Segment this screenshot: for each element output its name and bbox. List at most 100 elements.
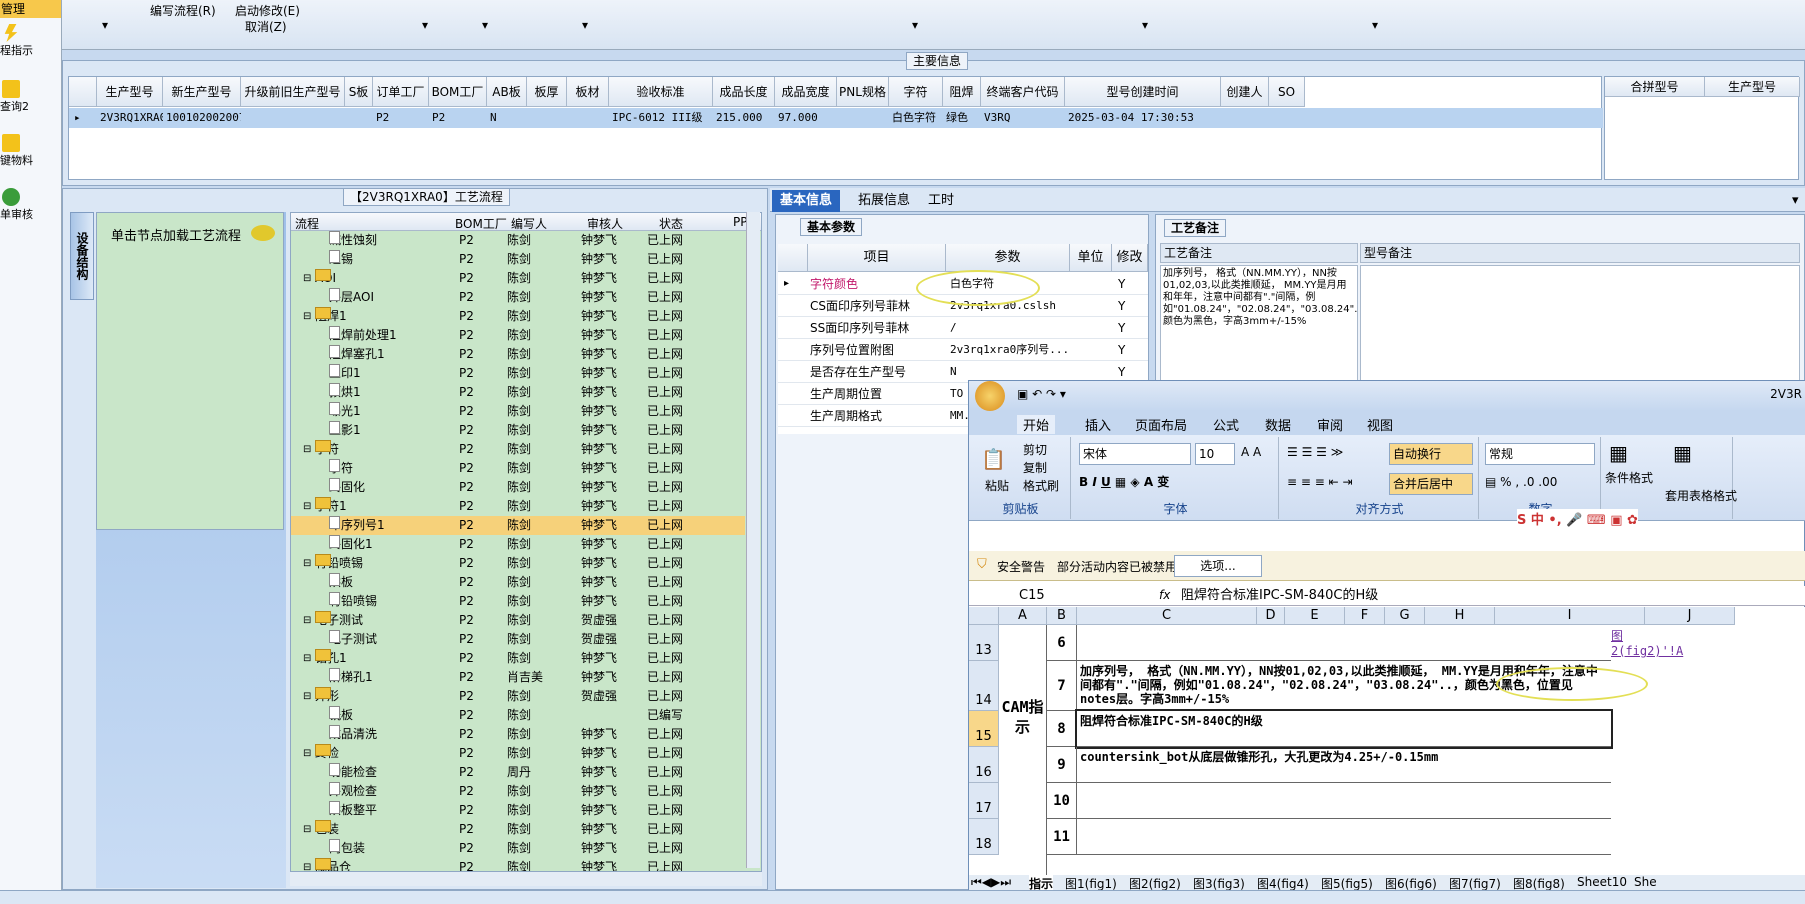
content-cell[interactable] [1077,819,1611,855]
list-item[interactable]: 有铅喷锡 ⊟ P2 陈剑 钟梦飞 已上网 [291,554,745,573]
list-item[interactable]: 终检⊟ P2 陈剑 钟梦飞 已上网 [291,744,745,763]
list-item[interactable]: 内包装 P2 陈剑 钟梦飞 已上网 [291,839,745,858]
table-cell[interactable]: 215.000 [713,109,775,127]
column-header[interactable]: 生产型号 [97,77,163,107]
dropdown-arrow-icon[interactable]: ▾ [1142,18,1148,32]
number-cell[interactable]: 7 [1047,661,1077,711]
expand-toggle-icon[interactable]: ⊟ [303,554,311,573]
ime-toolbar[interactable]: S 中 •, 🎤 ⌨ ▣ ✿ [1517,509,1638,528]
merged-cam-cell[interactable]: CAM指示 [999,625,1047,875]
column-header[interactable]: PNL规格 [837,77,889,107]
param-value[interactable]: / [950,317,1068,339]
tab-work-hours[interactable]: 工时 [920,190,962,212]
content-cell[interactable]: 阻焊符合标准IPC-SM-840C的H级 [1075,709,1613,749]
list-item[interactable]: AOI⊟ P2 陈剑 钟梦飞 已上网 [291,269,745,288]
function-icon[interactable]: fx [1159,588,1170,602]
expand-toggle-icon[interactable]: ⊟ [303,269,311,288]
list-item[interactable]: 阻焊前处理1 P2 陈剑 钟梦飞 已上网 [291,326,745,345]
expand-toggle-icon[interactable]: ⊟ [303,820,311,839]
list-item[interactable]: 阻焊塞孔1 P2 陈剑 钟梦飞 已上网 [291,345,745,364]
list-item[interactable]: 外观检查 P2 陈剑 钟梦飞 已上网 [291,782,745,801]
expand-toggle-icon[interactable]: ⊟ [303,611,311,630]
horizontal-scrollbar[interactable] [290,872,762,886]
column-header[interactable]: 型号创建时间 [1065,77,1221,107]
nav-item-material[interactable]: 键物料 [0,134,60,168]
expand-toggle-icon[interactable]: ⊟ [303,687,311,706]
table-row[interactable]: SS面印序列号菲林 / Y [778,317,1148,339]
column-header[interactable]: 验收标准 [609,77,713,107]
row-header[interactable]: 15 [969,711,999,747]
nav-item-process[interactable]: 程指示 [0,24,60,58]
list-item[interactable]: 字符1⊟ P2 陈剑 钟梦飞 已上网 [291,497,745,516]
list-item[interactable]: 电子测试 ⊟ P2 陈剑 贺虚强 已上网 [291,611,745,630]
save-icon[interactable]: ▣ ↶ ↷ ▾ [1017,387,1066,401]
column-header[interactable]: C [1077,607,1257,625]
table-cell[interactable] [527,109,567,127]
table-cell[interactable] [837,109,889,127]
table-cell[interactable]: P2 [373,109,429,127]
conditional-format-button[interactable]: 条件格式 [1605,469,1653,486]
list-item[interactable]: 铣板 P2 陈剑 已编写 [291,706,745,725]
list-item[interactable]: 退锡 P2 陈剑 钟梦飞 已上网 [291,250,745,269]
format-painter-button[interactable]: 格式刷 [1023,477,1059,494]
expand-toggle-icon[interactable]: ⊟ [303,649,311,668]
ribbon-tab-review[interactable]: 审阅 [1317,415,1343,434]
column-header[interactable]: 订单工厂 [373,77,429,107]
column-header[interactable]: 终端客户代码 [981,77,1065,107]
cancel-button[interactable]: 取消(Z) [245,18,287,35]
dropdown-arrow-icon[interactable]: ▾ [912,18,918,32]
table-cell[interactable]: P2 [429,109,487,127]
column-header[interactable]: 状态 [659,215,683,232]
formula-input[interactable]: 阻焊符合标准IPC-SM-840C的H级 [1181,586,1801,605]
conditional-format-icon[interactable]: ▦ [1609,441,1628,465]
column-header[interactable]: E [1285,607,1345,625]
table-row[interactable]: 序列号位置附图 2v3rq1xra0序列号... Y [778,339,1148,361]
column-header[interactable]: 参数 [946,244,1070,272]
column-header[interactable]: 创建人 [1221,77,1269,107]
ribbon-tab-view[interactable]: 视图 [1367,415,1393,434]
list-item[interactable]: 印序列号1 P2 陈剑 钟梦飞 已上网 [291,516,745,535]
column-header[interactable]: 板厚 [527,77,567,107]
expand-toggle-icon[interactable]: ⊟ [303,497,311,516]
column-header[interactable]: 单位 [1070,244,1112,272]
list-item[interactable]: 阶梯孔1 P2 肖吉美 钟梦飞 已上网 [291,668,745,687]
table-style-button[interactable]: 套用表格格式 [1665,487,1737,504]
table-cell[interactable]: 绿色 [943,109,981,127]
column-header[interactable]: 新生产型号 [163,77,241,107]
table-cell[interactable]: 10010200200709 [163,109,241,127]
table-cell[interactable] [1269,109,1305,127]
cut-button[interactable]: 剪切 [1023,441,1047,458]
percent-icon[interactable]: ▤ % , .0 .00 [1485,475,1557,489]
content-cell[interactable] [1077,783,1611,819]
table-style-icon[interactable]: ▦ [1673,441,1692,465]
column-header[interactable]: 字符 [889,77,943,107]
table-cell[interactable] [1221,109,1269,127]
number-cell[interactable]: 11 [1047,819,1077,855]
dropdown-arrow-icon[interactable]: ▾ [582,18,588,32]
column-header[interactable]: 编写人 [511,215,547,232]
table-cell[interactable]: 97.000 [775,109,837,127]
sheet-tab[interactable]: She [1634,875,1657,889]
list-item[interactable]: 烘板 P2 陈剑 钟梦飞 已上网 [291,573,745,592]
ribbon-tab-home[interactable]: 开始 [1017,415,1056,434]
font-name-select[interactable]: 宋体 [1079,443,1191,465]
nav-item-review[interactable]: 单审核 [0,188,60,222]
table-cell[interactable] [345,109,373,127]
font-grow-icon[interactable]: A A [1241,445,1261,459]
ribbon-tab-data[interactable]: 数据 [1265,415,1291,434]
vertical-scrollbar[interactable] [746,212,760,868]
number-format-select[interactable]: 常规 [1485,443,1595,465]
tab-extended-info[interactable]: 拓展信息 [850,190,918,212]
row-header[interactable]: 13 [969,625,999,661]
list-item[interactable]: 成品仓 ⊟ P2 陈剑 钟梦飞 已上网 [291,858,745,871]
column-header[interactable]: S板 [345,77,373,107]
table-cell[interactable]: 2V3RQ1XRA0 [97,109,163,127]
row-header[interactable]: 14 [969,661,999,711]
list-item[interactable]: 阻焊1⊟ P2 陈剑 钟梦飞 已上网 [291,307,745,326]
table-cell[interactable]: N [487,109,527,127]
row-header[interactable]: 16 [969,747,999,783]
edit-process-button[interactable]: 编写流程(R) [150,2,216,19]
options-button[interactable]: 选项... [1174,555,1262,577]
column-header[interactable]: 升级前旧生产型号 [241,77,345,107]
paste-icon[interactable]: 📋 [981,447,1006,471]
